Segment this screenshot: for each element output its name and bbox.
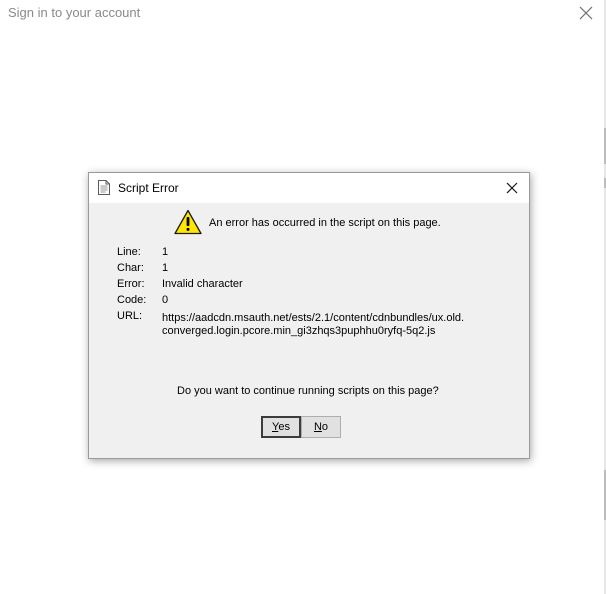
continue-question: Do you want to continue running scripts … <box>177 385 439 397</box>
error-headline: An error has occurred in the script on t… <box>209 217 441 229</box>
document-icon <box>98 180 110 195</box>
window-title: Sign in to your account <box>8 5 141 20</box>
detail-value-code: 0 <box>162 294 169 306</box>
sign-in-window: Sign in to your account Script Error An … <box>0 0 606 594</box>
detail-value-line: 1 <box>162 246 169 258</box>
detail-value-char: 1 <box>162 262 169 274</box>
detail-label-char: Char: <box>117 262 144 274</box>
dialog-titlebar[interactable]: Script Error <box>89 173 529 203</box>
detail-value-url-line2: converged.login.pcore.min_gi3zhqs3puphhu… <box>162 325 436 337</box>
close-icon <box>506 182 518 194</box>
no-button[interactable]: No <box>301 416 341 438</box>
script-error-dialog: Script Error An error has occurred in th… <box>88 172 530 459</box>
detail-value-url-line1: https://aadcdn.msauth.net/ests/2.1/conte… <box>162 312 465 324</box>
yes-button-label: Yes <box>272 421 290 433</box>
detail-label-error: Error: <box>117 278 145 290</box>
close-icon <box>579 6 593 20</box>
dialog-close-button[interactable] <box>503 179 521 197</box>
no-button-label: No <box>313 421 329 433</box>
detail-label-code: Code: <box>117 294 147 306</box>
detail-label-line: Line: <box>117 246 141 258</box>
yes-button[interactable]: Yes <box>261 416 301 438</box>
detail-value-error: Invalid character <box>162 278 243 290</box>
detail-label-url: URL: <box>117 310 143 322</box>
window-close-button[interactable] <box>576 3 596 23</box>
dialog-title: Script Error <box>118 181 179 195</box>
warning-icon <box>174 209 202 235</box>
